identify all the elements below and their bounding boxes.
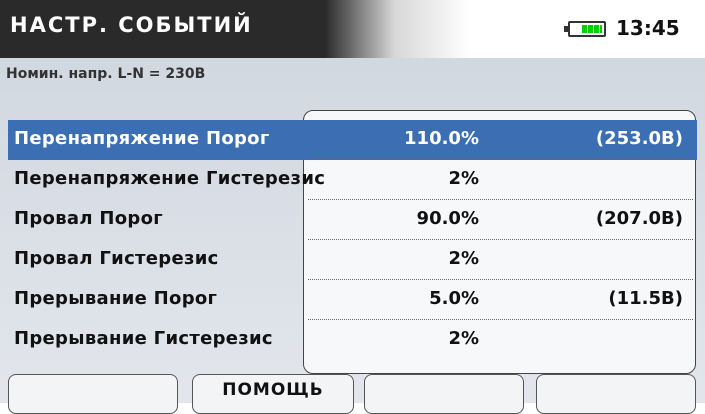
row-value: 110.0% bbox=[404, 128, 479, 149]
row-voltage: (207.0В) bbox=[595, 208, 683, 229]
function-key-f1[interactable] bbox=[8, 374, 178, 414]
battery-icon bbox=[564, 21, 606, 37]
settings-row-overvoltage-threshold[interactable]: Перенапряжение Порог 110.0% (253.0В) bbox=[8, 120, 697, 160]
help-button-label: ПОМОЩЬ bbox=[222, 380, 324, 400]
settings-row-dip-threshold[interactable]: Провал Порог 90.0% (207.0В) bbox=[8, 200, 697, 240]
row-label: Провал Порог bbox=[14, 208, 163, 229]
row-label: Провал Гистерезис bbox=[14, 248, 219, 269]
row-value: 2% bbox=[448, 248, 479, 269]
settings-row-dip-hysteresis[interactable]: Провал Гистерезис 2% bbox=[8, 240, 697, 280]
settings-row-interrupt-threshold[interactable]: Прерывание Порог 5.0% (11.5В) bbox=[8, 280, 697, 320]
row-value: 5.0% bbox=[429, 288, 479, 309]
settings-row-overvoltage-hysteresis[interactable]: Перенапряжение Гистерезис 2% bbox=[8, 160, 697, 200]
row-label: Перенапряжение Гистерезис bbox=[14, 168, 326, 189]
page-title: НАСТР. СОБЫТИЙ bbox=[10, 13, 253, 37]
help-button[interactable]: ПОМОЩЬ bbox=[192, 374, 354, 414]
nominal-voltage: Номин. напр. L-N = 230В bbox=[6, 66, 206, 82]
row-label: Прерывание Гистерезис bbox=[14, 328, 273, 349]
row-value: 90.0% bbox=[416, 208, 479, 229]
row-value: 2% bbox=[448, 168, 479, 189]
battery-level bbox=[582, 25, 602, 33]
clock: 13:45 bbox=[616, 16, 680, 40]
row-voltage: (253.0В) bbox=[595, 128, 683, 149]
content-area: Номин. напр. L-N = 230В Перенапряжение П… bbox=[0, 58, 705, 403]
settings-row-interrupt-hysteresis[interactable]: Прерывание Гистерезис 2% bbox=[8, 320, 697, 360]
title-bar: НАСТР. СОБЫТИЙ 13:45 bbox=[0, 0, 705, 58]
function-key-f3[interactable] bbox=[364, 374, 524, 414]
row-voltage: (11.5В) bbox=[608, 288, 683, 309]
row-value: 2% bbox=[448, 328, 479, 349]
function-key-f4[interactable] bbox=[536, 374, 696, 414]
row-label: Перенапряжение Порог bbox=[14, 128, 270, 149]
row-label: Прерывание Порог bbox=[14, 288, 218, 309]
